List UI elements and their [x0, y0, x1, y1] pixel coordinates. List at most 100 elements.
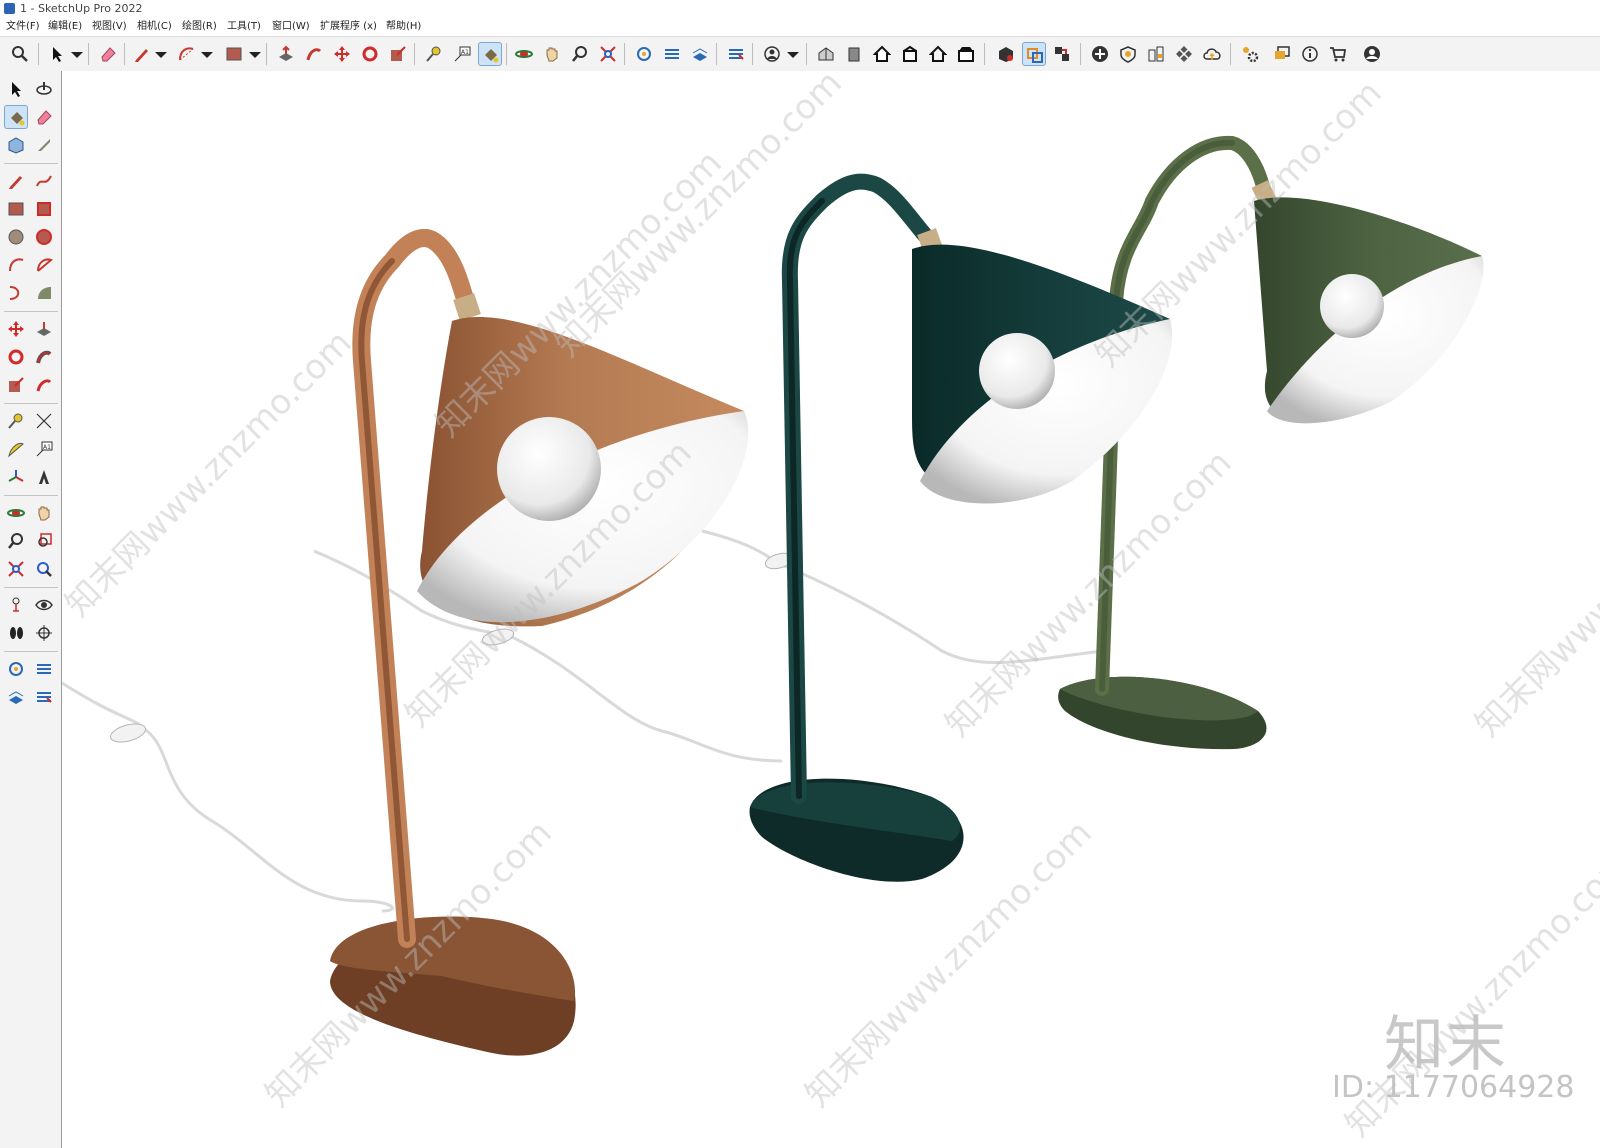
menu-tools[interactable]: 工具(T): [227, 18, 261, 36]
menu-draw[interactable]: 绘图(R): [182, 18, 217, 36]
fill-icon[interactable]: [724, 42, 748, 66]
chat-icon[interactable]: [1270, 42, 1294, 66]
layers-icon[interactable]: [1050, 42, 1074, 66]
tape-measure-tool-icon[interactable]: [4, 409, 28, 433]
rotate-tool-icon[interactable]: [4, 345, 28, 369]
zoom-extents-icon[interactable]: [596, 42, 620, 66]
rotated-rect-tool-icon[interactable]: [32, 197, 56, 221]
add-icon[interactable]: [1088, 42, 1112, 66]
push-pull-tool-icon[interactable]: [32, 317, 56, 341]
scale-icon[interactable]: [386, 42, 410, 66]
paint-tool-icon[interactable]: [4, 105, 28, 129]
section-fill-tool-icon[interactable]: [4, 685, 28, 709]
back-view-icon[interactable]: [926, 42, 950, 66]
move-icon[interactable]: [330, 42, 354, 66]
text-tool-icon[interactable]: A1: [32, 437, 56, 461]
polygon-tool-icon[interactable]: [32, 225, 56, 249]
cart-icon[interactable]: [1326, 42, 1350, 66]
section-display-icon[interactable]: [660, 42, 684, 66]
walk-tool-icon[interactable]: [4, 621, 28, 645]
offset-tool-icon[interactable]: [32, 373, 56, 397]
info-icon[interactable]: [1298, 42, 1322, 66]
position-camera-tool-icon[interactable]: [4, 593, 28, 617]
front-view-icon[interactable]: [842, 42, 866, 66]
menu-edit[interactable]: 编辑(E): [48, 18, 82, 36]
dimension-tool-icon[interactable]: [32, 409, 56, 433]
home-view-icon[interactable]: [870, 42, 894, 66]
cloud-icon[interactable]: [1200, 42, 1224, 66]
pie-tool-icon[interactable]: [32, 253, 56, 277]
svg-text:A1: A1: [43, 444, 51, 451]
section-cuts-icon[interactable]: [688, 42, 712, 66]
eraser-tool-icon[interactable]: [32, 105, 56, 129]
select-icon[interactable]: [46, 42, 70, 66]
rotate-icon[interactable]: [358, 42, 382, 66]
zoom-icon[interactable]: [8, 42, 32, 66]
zoom-tool-icon[interactable]: [4, 529, 28, 553]
warehouse-icon[interactable]: [1144, 42, 1168, 66]
orbit-tool-icon[interactable]: [32, 77, 56, 101]
eraser-icon[interactable]: [96, 42, 120, 66]
settings-icon[interactable]: [1238, 42, 1262, 66]
3d-text-tool-icon[interactable]: [32, 465, 56, 489]
pan-icon[interactable]: [540, 42, 564, 66]
arc-dropdown-icon[interactable]: [198, 42, 213, 66]
menu-window[interactable]: 窗口(W): [272, 18, 310, 36]
freehand-tool-icon[interactable]: [32, 169, 56, 193]
component-tool-icon[interactable]: [4, 133, 28, 157]
zoom-extents-tool-icon[interactable]: [4, 557, 28, 581]
zoom-window-icon[interactable]: [568, 42, 592, 66]
model-viewport[interactable]: 知末网www.znzmo.com 知末网www.znzmo.com 知末网www…: [58, 63, 1600, 1148]
pie2-tool-icon[interactable]: [32, 281, 56, 305]
follow-me-tool-icon[interactable]: [32, 345, 56, 369]
menu-help[interactable]: 帮助(H): [386, 18, 421, 36]
section-plane-icon[interactable]: [632, 42, 656, 66]
paint-bucket-icon[interactable]: [478, 42, 502, 66]
left-view-icon[interactable]: [954, 42, 978, 66]
rectangle-icon[interactable]: [222, 42, 246, 66]
select-tool-icon[interactable]: [4, 77, 28, 101]
protractor-tool-icon[interactable]: [4, 437, 28, 461]
pan-tool-icon[interactable]: [32, 501, 56, 525]
orbit-icon[interactable]: [512, 42, 536, 66]
arc-icon[interactable]: [174, 42, 198, 66]
right-view-icon[interactable]: [898, 42, 922, 66]
account-icon[interactable]: [1360, 42, 1384, 66]
text-icon[interactable]: A1: [450, 42, 474, 66]
previous-view-tool-icon[interactable]: [32, 557, 56, 581]
section-display-tool-icon[interactable]: [32, 657, 56, 681]
axes-tool-icon[interactable]: [4, 465, 28, 489]
section-tool-icon[interactable]: [32, 621, 56, 645]
components-icon[interactable]: [994, 42, 1018, 66]
orbit2-tool-icon[interactable]: [4, 501, 28, 525]
menu-file[interactable]: 文件(F): [6, 18, 40, 36]
user-dropdown-icon[interactable]: [784, 42, 799, 66]
materials-icon[interactable]: [1022, 42, 1046, 66]
user-icon[interactable]: [760, 42, 784, 66]
pencil-dropdown-icon[interactable]: [152, 42, 167, 66]
rect-tool-icon[interactable]: [4, 197, 28, 221]
scale-tool-icon[interactable]: [4, 373, 28, 397]
arc3-tool-icon[interactable]: [4, 281, 28, 305]
look-around-tool-icon[interactable]: [32, 593, 56, 617]
pencil-icon[interactable]: [130, 42, 154, 66]
menu-extensions[interactable]: 扩展程序 (x): [320, 18, 377, 36]
move-tool-icon[interactable]: [4, 317, 28, 341]
menu-view[interactable]: 视图(V): [92, 18, 127, 36]
circle-tool-icon[interactable]: [4, 225, 28, 249]
svg-text:A1: A1: [461, 49, 469, 56]
line-tool-icon[interactable]: [4, 169, 28, 193]
push-pull-icon[interactable]: [274, 42, 298, 66]
arc-tool-icon[interactable]: [4, 253, 28, 277]
zoom-window-tool-icon[interactable]: [32, 529, 56, 553]
tape-measure-icon[interactable]: [422, 42, 446, 66]
menu-camera[interactable]: 相机(C): [137, 18, 172, 36]
checker-icon[interactable]: [1172, 42, 1196, 66]
section-plane-tool-icon[interactable]: [4, 657, 28, 681]
select-dropdown-icon[interactable]: [68, 42, 83, 66]
shield-icon[interactable]: [1116, 42, 1140, 66]
follow-me-icon[interactable]: [302, 42, 326, 66]
tape-tool-icon[interactable]: [32, 133, 56, 157]
rectangle-dropdown-icon[interactable]: [246, 42, 261, 66]
section-cuts-tool-icon[interactable]: [32, 685, 56, 709]
